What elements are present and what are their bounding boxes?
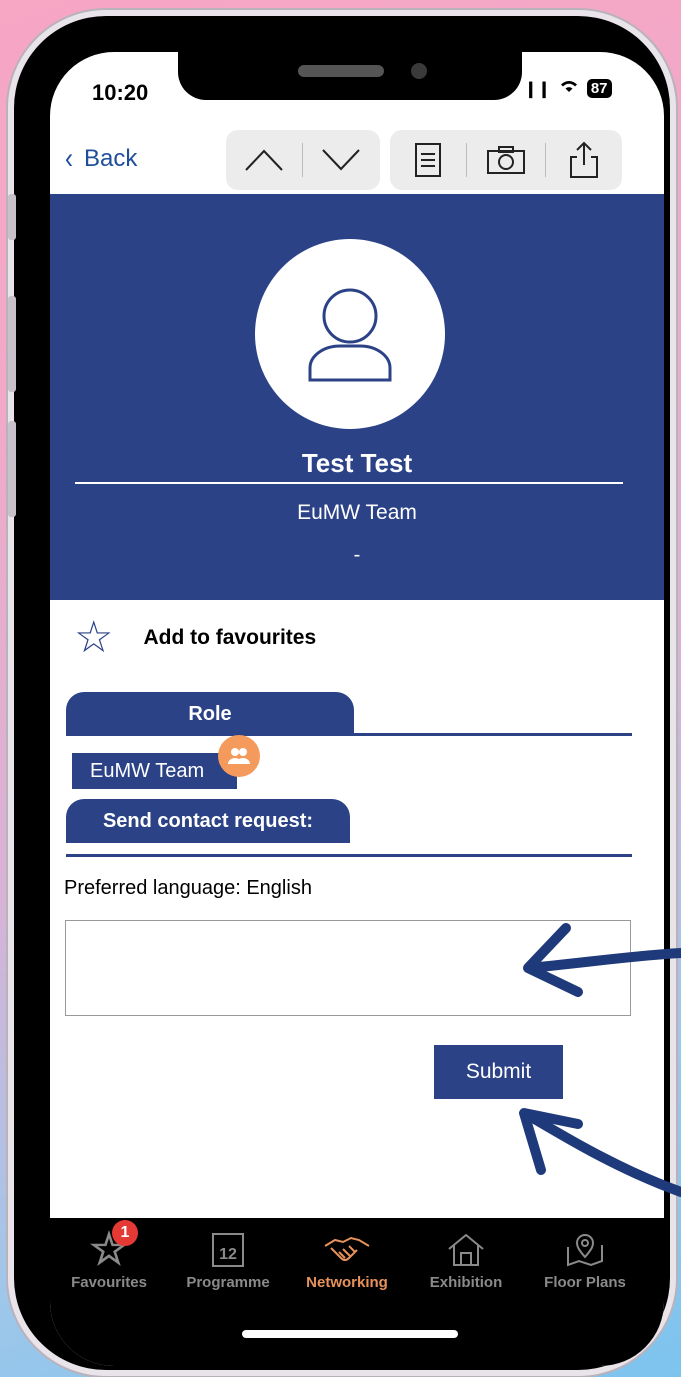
tab-favourites-label: Favourites <box>71 1274 147 1291</box>
notch <box>178 52 522 100</box>
add-to-favourites-label: Add to favourites <box>143 626 317 649</box>
handshake-icon <box>324 1236 370 1261</box>
actions-control <box>390 130 622 190</box>
battery-indicator: 87 <box>586 79 612 98</box>
notes-icon <box>415 143 441 177</box>
role-section-line <box>66 733 632 736</box>
tab-programme[interactable]: 12 Programme <box>169 1226 287 1291</box>
map-pin-icon <box>567 1234 603 1267</box>
next-record-button[interactable] <box>303 130 379 190</box>
tab-programme-label: Programme <box>186 1274 270 1291</box>
profile-company: EuMW Team <box>297 501 417 524</box>
calendar-icon: 12 <box>212 1233 244 1267</box>
speaker <box>298 65 384 77</box>
person-icon <box>308 288 392 382</box>
phone-frame: 10:20 ❙❙ 87 ‹ Back Test Test EuMW Team -… <box>8 16 670 1370</box>
tab-floor-plans-label: Floor Plans <box>544 1274 626 1291</box>
camera-icon <box>487 146 525 174</box>
share-icon <box>570 141 598 178</box>
profile-detail: - <box>353 544 361 566</box>
back-button[interactable]: ‹ Back <box>64 142 138 175</box>
status-indicators: ❙❙ 87 <box>524 78 612 99</box>
contact-tab-label: Send contact request: <box>102 809 314 832</box>
tab-networking-label: Networking <box>306 1274 388 1291</box>
record-navigation-control <box>226 130 380 190</box>
back-label: Back <box>84 145 138 172</box>
volume-up-button <box>8 296 16 392</box>
submit-button[interactable]: Submit <box>434 1045 563 1099</box>
house-icon <box>448 1233 484 1266</box>
add-to-favourites-button[interactable]: ☆ Add to favourites <box>74 616 316 660</box>
tab-floor-plans[interactable]: Floor Plans <box>526 1226 644 1291</box>
divider <box>75 482 623 484</box>
app-screen: 10:20 ❙❙ 87 ‹ Back Test Test EuMW Team -… <box>50 52 664 1366</box>
camera-button[interactable] <box>467 130 545 190</box>
profile-header: Test Test EuMW Team - <box>50 194 664 600</box>
tab-favourites[interactable]: ☆ 1 Favourites <box>50 1220 168 1291</box>
star-icon: ☆ <box>74 613 114 662</box>
chevron-down-icon <box>322 149 360 171</box>
chevron-left-icon: ‹ <box>65 142 73 175</box>
chevron-up-icon <box>245 149 283 171</box>
tab-exhibition-label: Exhibition <box>429 1274 503 1291</box>
preferred-language: Preferred language: English <box>64 877 312 899</box>
contact-section-line <box>66 854 632 857</box>
team-icon <box>218 735 260 777</box>
wifi-icon <box>559 78 579 99</box>
nav-bar: ‹ Back <box>50 128 664 196</box>
contact-section-header: Send contact request: <box>66 799 350 843</box>
notes-button[interactable] <box>390 130 466 190</box>
role-chip: EuMW Team <box>72 753 237 789</box>
contact-message-input[interactable] <box>65 920 631 1016</box>
role-tab-label: Role <box>188 702 232 725</box>
favourites-count-badge: 1 <box>112 1220 138 1246</box>
signal-icon: ❙❙ <box>524 80 551 98</box>
tab-exhibition[interactable]: Exhibition <box>407 1226 525 1291</box>
previous-record-button[interactable] <box>226 130 302 190</box>
status-time: 10:20 <box>92 80 149 105</box>
volume-down-button <box>8 421 16 517</box>
bottom-tab-bar: ☆ 1 Favourites 12 Programme Networking E… <box>50 1218 664 1366</box>
mute-switch <box>8 194 16 240</box>
avatar <box>255 239 445 429</box>
front-camera <box>411 63 427 79</box>
profile-name: Test Test <box>301 448 413 478</box>
tab-networking[interactable]: Networking <box>288 1226 406 1291</box>
role-section-header: Role <box>66 692 354 736</box>
home-indicator <box>242 1330 458 1338</box>
role-chip-label: EuMW Team <box>90 759 205 782</box>
share-button[interactable] <box>546 130 622 190</box>
